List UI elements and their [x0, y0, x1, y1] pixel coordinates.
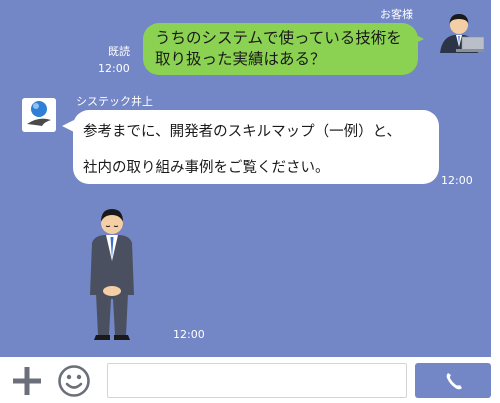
call-button[interactable] [415, 363, 491, 398]
plus-icon[interactable] [10, 366, 44, 396]
outgoing-message-line: うちのシステムで使っている技術を [155, 29, 402, 47]
bowing-businessman-sticker [90, 209, 134, 340]
smiley-icon[interactable] [57, 364, 91, 398]
bot-name: システック井上 [76, 95, 153, 108]
read-receipt: 既読 [108, 45, 130, 58]
incoming-bubble-tail [62, 120, 74, 132]
chat-area: お客様 うちのシステムで使っている技術を 取り扱った実績はある？ 既読 12:0… [0, 0, 500, 357]
incoming-timestamp: 12:00 [441, 174, 473, 187]
incoming-message-bubble: 参考までに、開発者のスキルマップ（一例）と、 社内の取り組み事例をご覧ください。 [73, 110, 439, 184]
outgoing-message-line: 取り扱った実績はある？ [155, 50, 326, 68]
scroll-edge [491, 0, 500, 357]
customer-name: お客様 [380, 8, 413, 21]
outgoing-timestamp: 12:00 [98, 62, 130, 75]
sticker-timestamp: 12:00 [173, 328, 205, 341]
outgoing-bubble-tail [412, 33, 424, 45]
message-input[interactable] [107, 363, 407, 398]
outgoing-message-bubble: うちのシステムで使っている技術を 取り扱った実績はある？ [143, 23, 418, 75]
message-input-bar [0, 357, 500, 403]
incoming-message-line: 参考までに、開発者のスキルマップ（一例）と、 [83, 124, 401, 140]
company-logo-avatar [22, 98, 56, 132]
incoming-message-line: 社内の取り組み事例をご覧ください。 [83, 160, 330, 176]
phone-icon [446, 373, 462, 390]
customer-avatar [434, 7, 484, 53]
